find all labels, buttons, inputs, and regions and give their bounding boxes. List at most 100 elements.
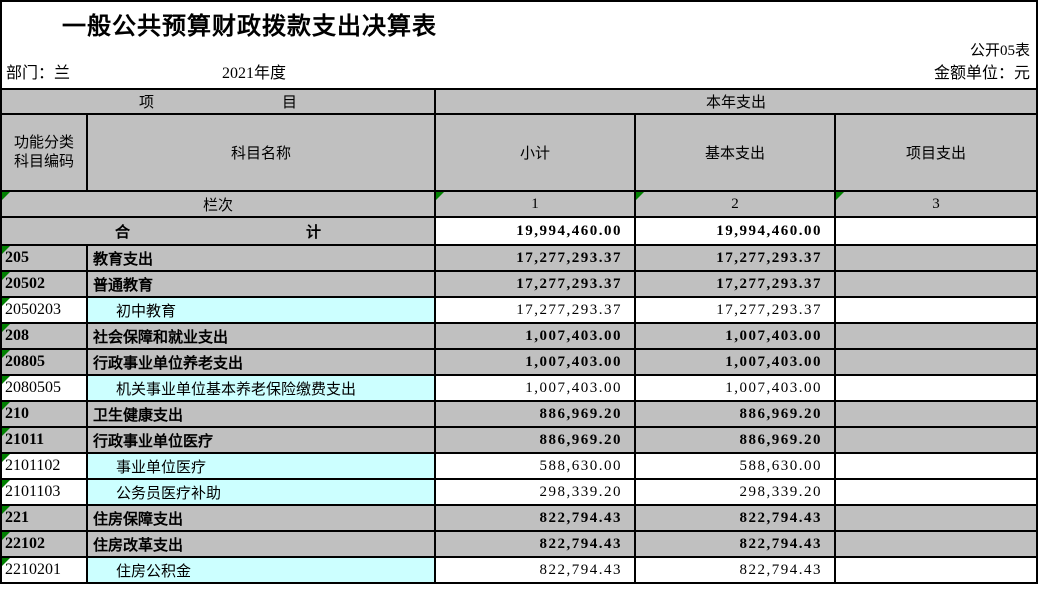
cell-flag-icon xyxy=(2,402,10,410)
subject-name-cell: 住房公积金 xyxy=(88,558,436,584)
cell-flag-icon xyxy=(2,246,10,254)
table-row: 20502 普通教育 17,277,293.37 17,277,293.37 xyxy=(2,272,1036,298)
function-code-cell: 2080505 xyxy=(2,376,88,402)
subject-name-cell: 社会保障和就业支出 xyxy=(88,324,436,350)
function-code-value: 20805 xyxy=(5,353,45,371)
subject-name-cell: 机关事业单位基本养老保险缴费支出 xyxy=(88,376,436,402)
cell-flag-icon xyxy=(636,192,644,200)
cell-flag-icon xyxy=(2,454,10,462)
function-code-cell: 210 xyxy=(2,402,88,428)
header-col-num-1: 1 xyxy=(436,192,636,218)
total-basic-cell: 19,994,460.00 xyxy=(636,218,836,246)
expenditure-table: 项 目 本年支出 功能分类 科目编码 科目名称 小计 基本支出 项目支出 栏次 xyxy=(2,88,1036,584)
total-label-char1: 合 xyxy=(115,221,130,242)
total-subtotal-cell: 19,994,460.00 xyxy=(436,218,636,246)
cell-flag-icon xyxy=(2,272,10,280)
project-expenditure-cell xyxy=(836,246,1036,272)
table-body: 205 教育支出 17,277,293.37 17,277,293.37 205… xyxy=(2,246,1036,584)
basic-expenditure-cell: 886,969.20 xyxy=(636,402,836,428)
page-title: 一般公共预算财政拨款支出决算表 xyxy=(62,6,437,41)
header-item-char2: 目 xyxy=(282,91,297,112)
project-expenditure-cell xyxy=(836,350,1036,376)
project-expenditure-cell xyxy=(836,532,1036,558)
basic-expenditure-cell: 17,277,293.37 xyxy=(636,246,836,272)
cell-flag-icon xyxy=(2,506,10,514)
total-label-char2: 计 xyxy=(306,221,321,242)
subject-name-cell: 初中教育 xyxy=(88,298,436,324)
cell-flag-icon xyxy=(2,532,10,540)
subtotal-cell: 886,969.20 xyxy=(436,428,636,454)
subtotal-cell: 822,794.43 xyxy=(436,506,636,532)
basic-expenditure-cell: 1,007,403.00 xyxy=(636,324,836,350)
cell-flag-icon xyxy=(2,192,10,200)
cell-flag-icon xyxy=(836,192,844,200)
project-expenditure-cell xyxy=(836,376,1036,402)
basic-expenditure-cell: 822,794.43 xyxy=(636,506,836,532)
subtotal-cell: 17,277,293.37 xyxy=(436,272,636,298)
function-code-cell: 20805 xyxy=(2,350,88,376)
basic-expenditure-cell: 1,007,403.00 xyxy=(636,376,836,402)
cell-flag-icon xyxy=(2,480,10,488)
cell-flag-icon xyxy=(2,558,10,566)
subject-name-cell: 住房保障支出 xyxy=(88,506,436,532)
function-code-value: 22102 xyxy=(5,535,45,553)
function-code-cell: 21011 xyxy=(2,428,88,454)
function-code-cell: 205 xyxy=(2,246,88,272)
col-num-2-label: 2 xyxy=(731,196,739,213)
table-code-label: 公开05表 xyxy=(970,39,1030,60)
table-row: 22102 住房改革支出 822,794.43 822,794.43 xyxy=(2,532,1036,558)
cell-flag-icon xyxy=(2,376,10,384)
subtotal-cell: 1,007,403.00 xyxy=(436,324,636,350)
basic-expenditure-cell: 588,630.00 xyxy=(636,454,836,480)
table-row: 208 社会保障和就业支出 1,007,403.00 1,007,403.00 xyxy=(2,324,1036,350)
basic-expenditure-cell: 822,794.43 xyxy=(636,558,836,584)
fiscal-year-label: 2021年度 xyxy=(222,59,286,83)
subtotal-cell: 886,969.20 xyxy=(436,402,636,428)
report-header: 一般公共预算财政拨款支出决算表 公开05表 部门：兰 2021年度 金额单位：元 xyxy=(2,2,1036,88)
cell-flag-icon xyxy=(2,298,10,306)
header-project-expenditure: 项目支出 xyxy=(836,115,1036,192)
function-code-value: 2080505 xyxy=(5,379,61,397)
function-code-value: 21011 xyxy=(5,431,44,449)
header-item-group: 项 目 xyxy=(2,90,436,115)
basic-expenditure-cell: 886,969.20 xyxy=(636,428,836,454)
basic-expenditure-cell: 17,277,293.37 xyxy=(636,298,836,324)
basic-expenditure-cell: 822,794.43 xyxy=(636,532,836,558)
function-code-cell: 20502 xyxy=(2,272,88,298)
amount-unit-label: 金额单位：元 xyxy=(934,59,1030,83)
header-function-code-line1: 功能分类 xyxy=(14,134,74,153)
function-code-cell: 208 xyxy=(2,324,88,350)
project-expenditure-cell xyxy=(836,324,1036,350)
header-basic-expenditure: 基本支出 xyxy=(636,115,836,192)
basic-expenditure-cell: 17,277,293.37 xyxy=(636,272,836,298)
header-item-char1: 项 xyxy=(139,91,154,112)
project-expenditure-cell xyxy=(836,402,1036,428)
table-row: 2101102 事业单位医疗 588,630.00 588,630.00 xyxy=(2,454,1036,480)
subtotal-cell: 1,007,403.00 xyxy=(436,350,636,376)
department-label: 部门：兰 xyxy=(6,59,70,83)
basic-expenditure-cell: 1,007,403.00 xyxy=(636,350,836,376)
header-row-groups: 项 目 本年支出 xyxy=(2,90,1036,115)
subject-name-cell: 教育支出 xyxy=(88,246,436,272)
subtotal-cell: 298,339.20 xyxy=(436,480,636,506)
function-code-cell: 22102 xyxy=(2,532,88,558)
function-code-cell: 221 xyxy=(2,506,88,532)
header-subject-name: 科目名称 xyxy=(88,115,436,192)
header-lanci-label: 栏次 xyxy=(203,194,233,215)
header-row-columns: 功能分类 科目编码 科目名称 小计 基本支出 项目支出 xyxy=(2,115,1036,192)
col-num-3-label: 3 xyxy=(932,196,940,213)
cell-flag-icon xyxy=(2,324,10,332)
project-expenditure-cell xyxy=(836,298,1036,324)
subject-name-cell: 普通教育 xyxy=(88,272,436,298)
subject-name-cell: 住房改革支出 xyxy=(88,532,436,558)
header-row-column-numbers: 栏次 1 2 3 xyxy=(2,192,1036,218)
subtotal-cell: 17,277,293.37 xyxy=(436,246,636,272)
table-row: 20805 行政事业单位养老支出 1,007,403.00 1,007,403.… xyxy=(2,350,1036,376)
project-expenditure-cell xyxy=(836,558,1036,584)
report-sheet: 一般公共预算财政拨款支出决算表 公开05表 部门：兰 2021年度 金额单位：元… xyxy=(0,0,1038,584)
subtotal-cell: 1,007,403.00 xyxy=(436,376,636,402)
function-code-value: 2101103 xyxy=(5,483,60,501)
function-code-value: 20502 xyxy=(5,275,45,293)
table-row: 221 住房保障支出 822,794.43 822,794.43 xyxy=(2,506,1036,532)
header-col-num-2: 2 xyxy=(636,192,836,218)
